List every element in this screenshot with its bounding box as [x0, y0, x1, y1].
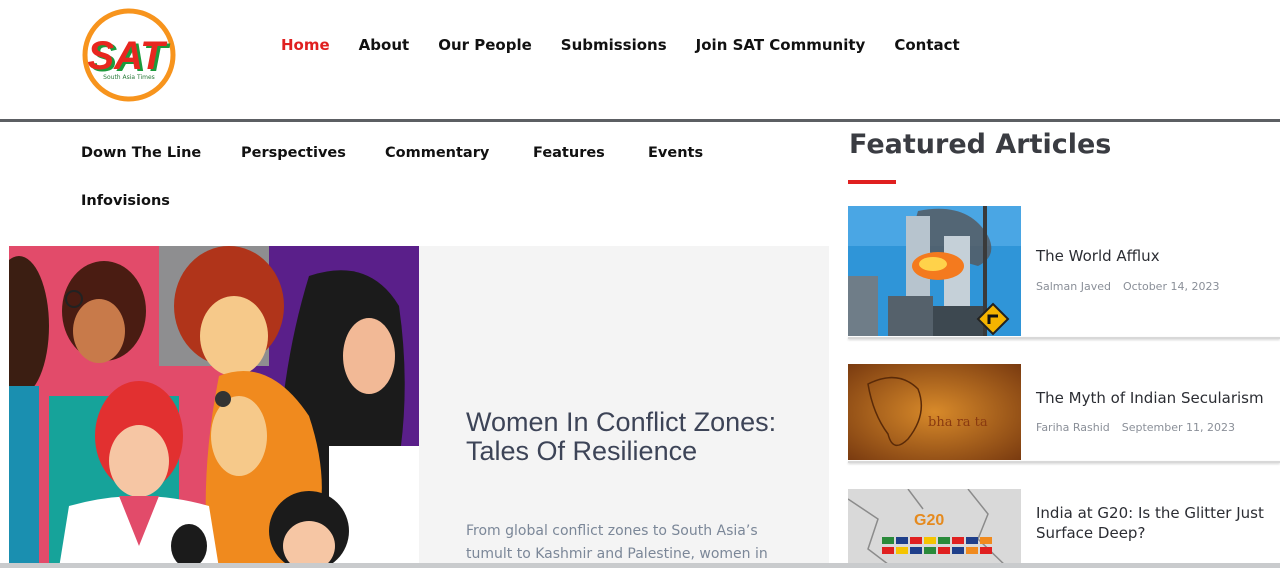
article-title[interactable]: The Myth of Indian Secularism — [1036, 388, 1272, 408]
site-logo[interactable]: SAT SAT South Asia Times — [82, 7, 176, 103]
thumb-text: G20 — [914, 512, 944, 529]
hero-illustration[interactable] — [9, 246, 419, 568]
logo-graphic: SAT SAT South Asia Times — [82, 8, 176, 102]
article-author[interactable]: Fariha Rashid — [1036, 421, 1110, 434]
featured-article[interactable]: G20 India at G20: Is the Glitter Just Su… — [848, 489, 1280, 568]
nav-home[interactable]: Home — [281, 36, 330, 54]
nav-join-community[interactable]: Join SAT Community — [696, 36, 866, 54]
main-nav: Home About Our People Submissions Join S… — [281, 36, 989, 54]
hero-article-card[interactable]: Women In Conflict Zones: Tales Of Resili… — [9, 246, 829, 568]
header-divider — [0, 119, 1280, 122]
twin-towers-image — [848, 206, 1021, 336]
article-title[interactable]: India at G20: Is the Glitter Just Surfac… — [1036, 503, 1272, 543]
women-illustration — [9, 246, 419, 568]
featured-article[interactable]: bha ra ta The Myth of Indian Secularism … — [848, 364, 1280, 460]
category-events[interactable]: Events — [648, 145, 703, 161]
nav-about[interactable]: About — [359, 36, 410, 54]
horizontal-scrollbar[interactable] — [0, 563, 1280, 568]
category-commentary[interactable]: Commentary — [385, 145, 489, 161]
category-down-the-line[interactable]: Down The Line — [81, 145, 201, 161]
featured-heading: Featured Articles — [849, 129, 1112, 160]
hero-excerpt: From global conflict zones to South Asia… — [466, 523, 768, 562]
thumb-text: bha ra ta — [928, 415, 988, 430]
article-thumbnail[interactable]: bha ra ta — [848, 364, 1021, 460]
article-divider — [848, 461, 1280, 463]
featured-article[interactable]: The World Afflux Salman Javed October 14,… — [848, 206, 1280, 336]
article-title[interactable]: The World Afflux — [1036, 246, 1272, 266]
article-thumbnail[interactable]: G20 — [848, 489, 1021, 568]
article-meta: Salman Javed October 14, 2023 — [1036, 280, 1219, 293]
featured-heading-underline — [848, 180, 896, 184]
article-meta: Fariha Rashid September 11, 2023 — [1036, 421, 1235, 434]
category-perspectives[interactable]: Perspectives — [241, 145, 346, 161]
category-infovisions[interactable]: Infovisions — [81, 193, 170, 209]
nav-contact[interactable]: Contact — [894, 36, 959, 54]
nav-submissions[interactable]: Submissions — [561, 36, 667, 54]
article-author[interactable]: Salman Javed — [1036, 280, 1111, 293]
logo-text: SAT — [87, 34, 168, 78]
article-divider — [848, 337, 1280, 339]
article-date: October 14, 2023 — [1122, 280, 1220, 293]
logo-subtitle: South Asia Times — [103, 74, 155, 81]
category-features[interactable]: Features — [533, 145, 605, 161]
nav-our-people[interactable]: Our People — [438, 36, 532, 54]
hero-title[interactable]: Women In Conflict Zones: Tales Of Resili… — [466, 408, 786, 466]
g20-image: G20 — [848, 489, 1021, 568]
article-date: September 11, 2023 — [1121, 421, 1236, 434]
india-map-image: bha ra ta — [848, 364, 1021, 460]
article-thumbnail[interactable] — [848, 206, 1021, 336]
site-header: SAT SAT South Asia Times Home About Our … — [0, 0, 1280, 119]
